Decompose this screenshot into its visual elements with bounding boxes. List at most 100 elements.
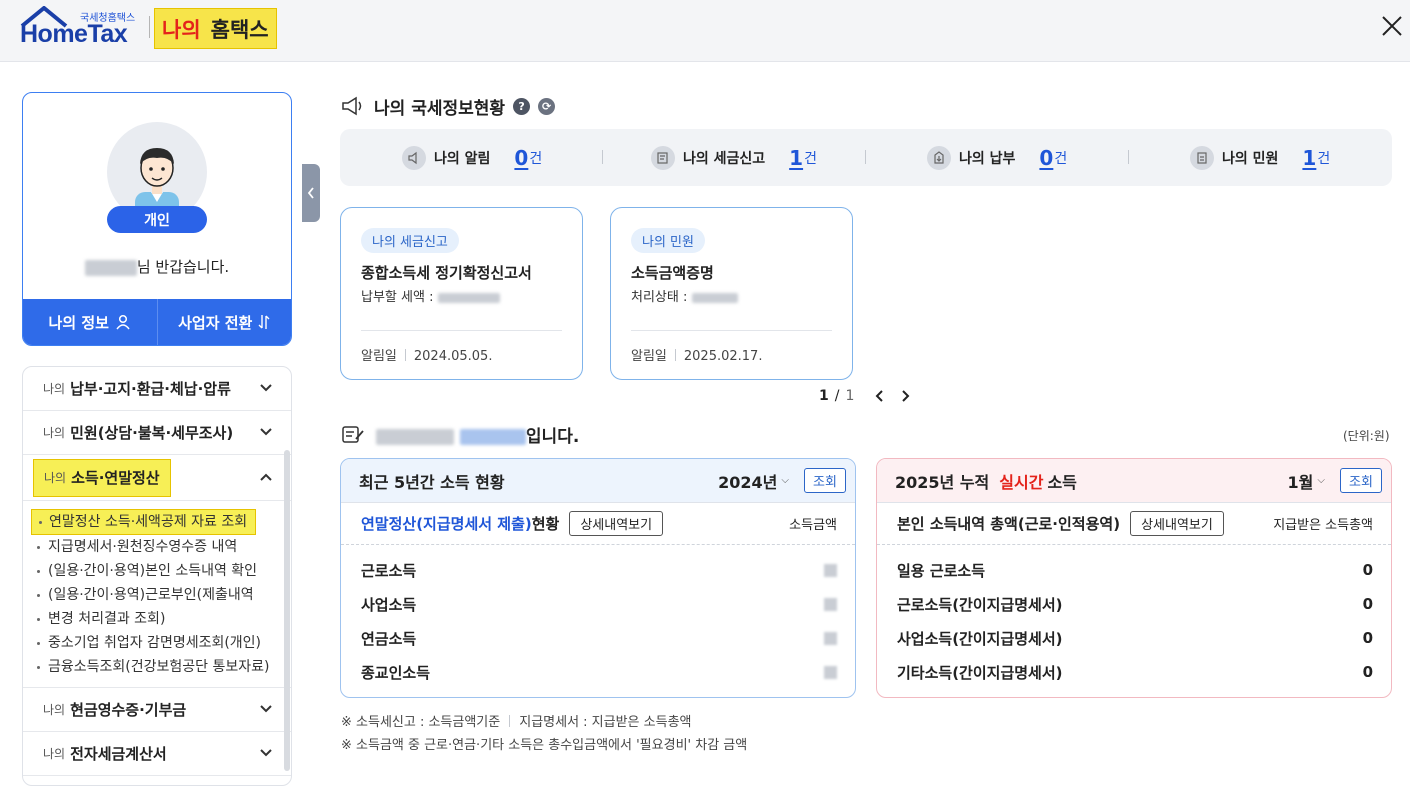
close-icon[interactable] (1380, 14, 1404, 38)
menu-scrollbar[interactable] (284, 450, 290, 771)
status-unit: 건 (529, 150, 543, 167)
submenu-item-denial-cont[interactable]: 변경 처리결과 조회) (23, 607, 291, 631)
status-count[interactable]: 1 (789, 146, 803, 170)
switch-business-button[interactable]: 사업자 전환 (156, 299, 292, 345)
redacted-name (84, 259, 137, 276)
card-pagination: 1 / 1 (819, 388, 914, 404)
prev-page-icon[interactable] (870, 388, 892, 404)
income-row: 종교인소득 (341, 655, 855, 689)
submenu-item-year-end-deduction[interactable]: 연말정산 소득·세액공제 자료 조회 (23, 509, 291, 535)
five-year-income-panel: 최근 5년간 소득 현황 2024년 ⌵ 조회 연말정산(지급명세서 제출) 현황… (340, 458, 856, 698)
detail-view-button[interactable]: 상세내역보기 (569, 511, 664, 536)
menu-title: 납부·고지·환급·체납·압류 (70, 380, 231, 398)
subheader-text: 본인 소득내역 총액(근로·인적용역) (897, 515, 1121, 533)
row-label: 근로소득 (361, 561, 417, 580)
greeting-suffix: 님 반갑습니다. (136, 258, 230, 276)
income-row: 연금소득 (341, 621, 855, 655)
status-count[interactable]: 0 (1039, 146, 1053, 170)
submenu-item-sme-reduction[interactable]: 중소기업 취업자 감면명세조회(개인) (23, 631, 291, 655)
menu-section-civil[interactable]: 나의 민원(상담·불복·세무조사) (23, 411, 291, 455)
redacted-value (824, 597, 837, 611)
chevron-down-icon (260, 749, 272, 757)
month-select[interactable]: 1월 ⌵ (1288, 469, 1325, 493)
query-button[interactable]: 조회 (1340, 468, 1382, 493)
menu-section-einvoice[interactable]: 나의 전자세금계산서 (23, 732, 291, 776)
submenu-item-daily-income[interactable]: (일용·간이·용역)본인 소득내역 확인 (23, 559, 291, 583)
menu-section-payment[interactable]: 나의 납부·고지·환급·체납·압류 (23, 367, 291, 411)
profile-actions: 나의 정보 사업자 전환 (23, 299, 291, 345)
megaphone-icon (342, 96, 362, 116)
submenu-item-withholding[interactable]: 지급명세서·원천징수영수증 내역 (23, 535, 291, 559)
panel-subheader: 본인 소득내역 총액(근로·인적용역) 상세내역보기 지급받은 소득총액 (877, 503, 1391, 545)
submenu-item-denial[interactable]: (일용·간이·용역)근로부인(제출내역 (23, 583, 291, 607)
document-pen-icon (342, 426, 364, 443)
date-separator (674, 349, 676, 361)
income-row: 사업소득 (341, 587, 855, 621)
status-label: 나의 세금신고 (683, 150, 766, 167)
status-item-payment[interactable]: 나의 납부 0 건 (927, 129, 1067, 186)
logo-divider (149, 16, 150, 38)
page-separator: / (834, 388, 840, 404)
my-info-button[interactable]: 나의 정보 (23, 299, 157, 345)
refresh-icon[interactable]: ⟳ (538, 97, 556, 115)
panel-header: 2025년 누적 실시간 소득 1월 ⌵ 조회 (877, 459, 1391, 503)
row-label: 일용 근로소득 (897, 561, 986, 580)
panel-title-red: 실시간 (999, 472, 1044, 492)
sidebar-collapse-button[interactable] (302, 164, 320, 222)
status-count[interactable]: 1 (1302, 146, 1316, 170)
swap-arrows-icon (258, 315, 270, 329)
menu-section-income[interactable]: 나의 소득·연말정산 (23, 455, 291, 501)
card-date: 알림일 2024.05.05. (361, 345, 492, 364)
payment-icon (927, 145, 951, 170)
menu-prefix: 나의 (43, 703, 66, 717)
row-value: 0 (1362, 561, 1373, 579)
status-summary-bar: 나의 알림 0 건 나의 세금신고 1 건 나의 납부 0 건 나의 민원 1 … (340, 129, 1392, 186)
chevron-down-icon (260, 705, 272, 713)
help-icon[interactable]: ? (513, 97, 531, 115)
status-divider (602, 150, 603, 164)
unit-label: (단위:원) (1343, 429, 1390, 443)
income-row: 근로소득(간이지급명세서) 0 (877, 587, 1391, 621)
year-select[interactable]: 2024년 ⌵ (718, 469, 789, 493)
income-row: 근로소득 (341, 553, 855, 587)
notification-card-tax-filing[interactable]: 나의 세금신고 종합소득세 정기확정신고서 납부할 세액 : 알림일 2024.0… (340, 207, 583, 380)
detail-view-button[interactable]: 상세내역보기 (1130, 511, 1224, 536)
income-title-text: 입니다. (376, 422, 579, 447)
greeting-text: 님 반갑습니다. (23, 256, 291, 277)
card-tag: 나의 민원 (631, 228, 705, 253)
submenu-item-financial-income[interactable]: 금융소득조회(건강보험공단 통보자료) (23, 655, 291, 679)
realtime-income-panel: 2025년 누적 실시간 소득 1월 ⌵ 조회 본인 소득내역 총액(근로·인적용… (876, 458, 1392, 698)
redacted-name (376, 428, 454, 445)
status-item-tax-filing[interactable]: 나의 세금신고 1 건 (651, 129, 817, 186)
menu-prefix: 나의 (43, 426, 66, 440)
status-count[interactable]: 0 (514, 146, 528, 170)
menu-title: 현금영수증·기부금 (70, 701, 187, 719)
status-section-title: 나의 국세정보현황 ? ⟳ (340, 93, 556, 119)
footnote-line: ※ 소득금액 중 근로·연금·기타 소득은 총수입금액에서 '필요경비' 차감 … (341, 738, 748, 753)
card-title: 종합소득세 정기확정신고서 (361, 264, 532, 282)
row-label: 근로소득(간이지급명세서) (897, 595, 1063, 614)
subheader-rest: 현황 (531, 515, 560, 533)
menu-section-receipt[interactable]: 나의 현금영수증·기부금 (23, 688, 291, 732)
footnotes: ※ 소득세신고 : 소득금액기준 지급명세서 : 지급받은 소득총액 ※ 소득금액… (341, 711, 747, 757)
status-item-civil[interactable]: 나의 민원 1 건 (1190, 129, 1330, 186)
footnote-b: 지급명세서 : 지급받은 소득총액 (519, 715, 692, 730)
menu-highlight: 나의 소득·연말정산 (33, 458, 171, 497)
my-hometax-title: 나의 홈택스 (154, 8, 277, 49)
hometax-logo[interactable]: 국세청홈택스 HomeTax (20, 6, 144, 48)
query-button[interactable]: 조회 (804, 468, 846, 493)
sidebar-menu: 나의 납부·고지·환급·체납·압류 나의 민원(상담·불복·세무조사) 나의 소… (22, 366, 292, 786)
user-type-badge: 개인 (107, 206, 207, 233)
income-row: 기타소득(간이지급명세서) 0 (877, 655, 1391, 689)
income-row: 사업소득(간이지급명세서) 0 (877, 621, 1391, 655)
row-label: 사업소득(간이지급명세서) (897, 629, 1063, 648)
next-page-icon[interactable] (898, 388, 914, 404)
status-item-alerts[interactable]: 나의 알림 0 건 (402, 129, 542, 186)
status-divider (865, 150, 866, 164)
menu-prefix: 나의 (43, 382, 66, 396)
row-value: 0 (1362, 595, 1373, 613)
notification-card-civil[interactable]: 나의 민원 소득금액증명 처리상태 : 알림일 2025.02.17. (610, 207, 853, 380)
menu-title: 소득·연말정산 (71, 469, 160, 487)
chevron-down-icon (260, 428, 272, 436)
card-desc: 처리상태 : (631, 286, 738, 305)
